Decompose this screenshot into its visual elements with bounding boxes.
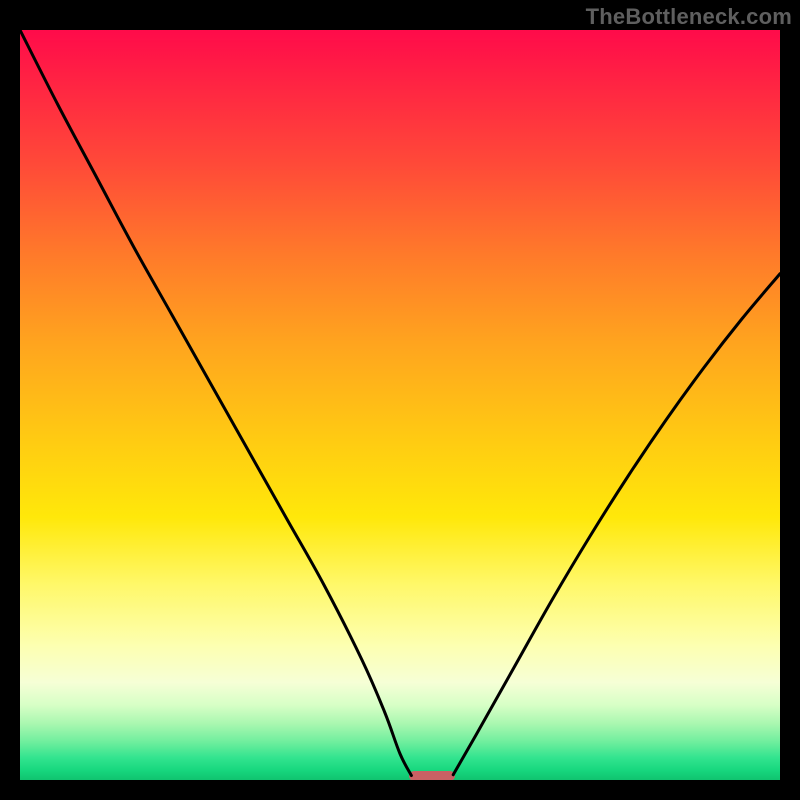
chart-frame: TheBottleneck.com [0,0,800,800]
attribution-label: TheBottleneck.com [586,4,792,30]
bottleneck-curve [20,30,780,780]
curve-right-branch [453,274,780,775]
curve-left-branch [20,30,411,776]
plot-area [20,30,780,780]
